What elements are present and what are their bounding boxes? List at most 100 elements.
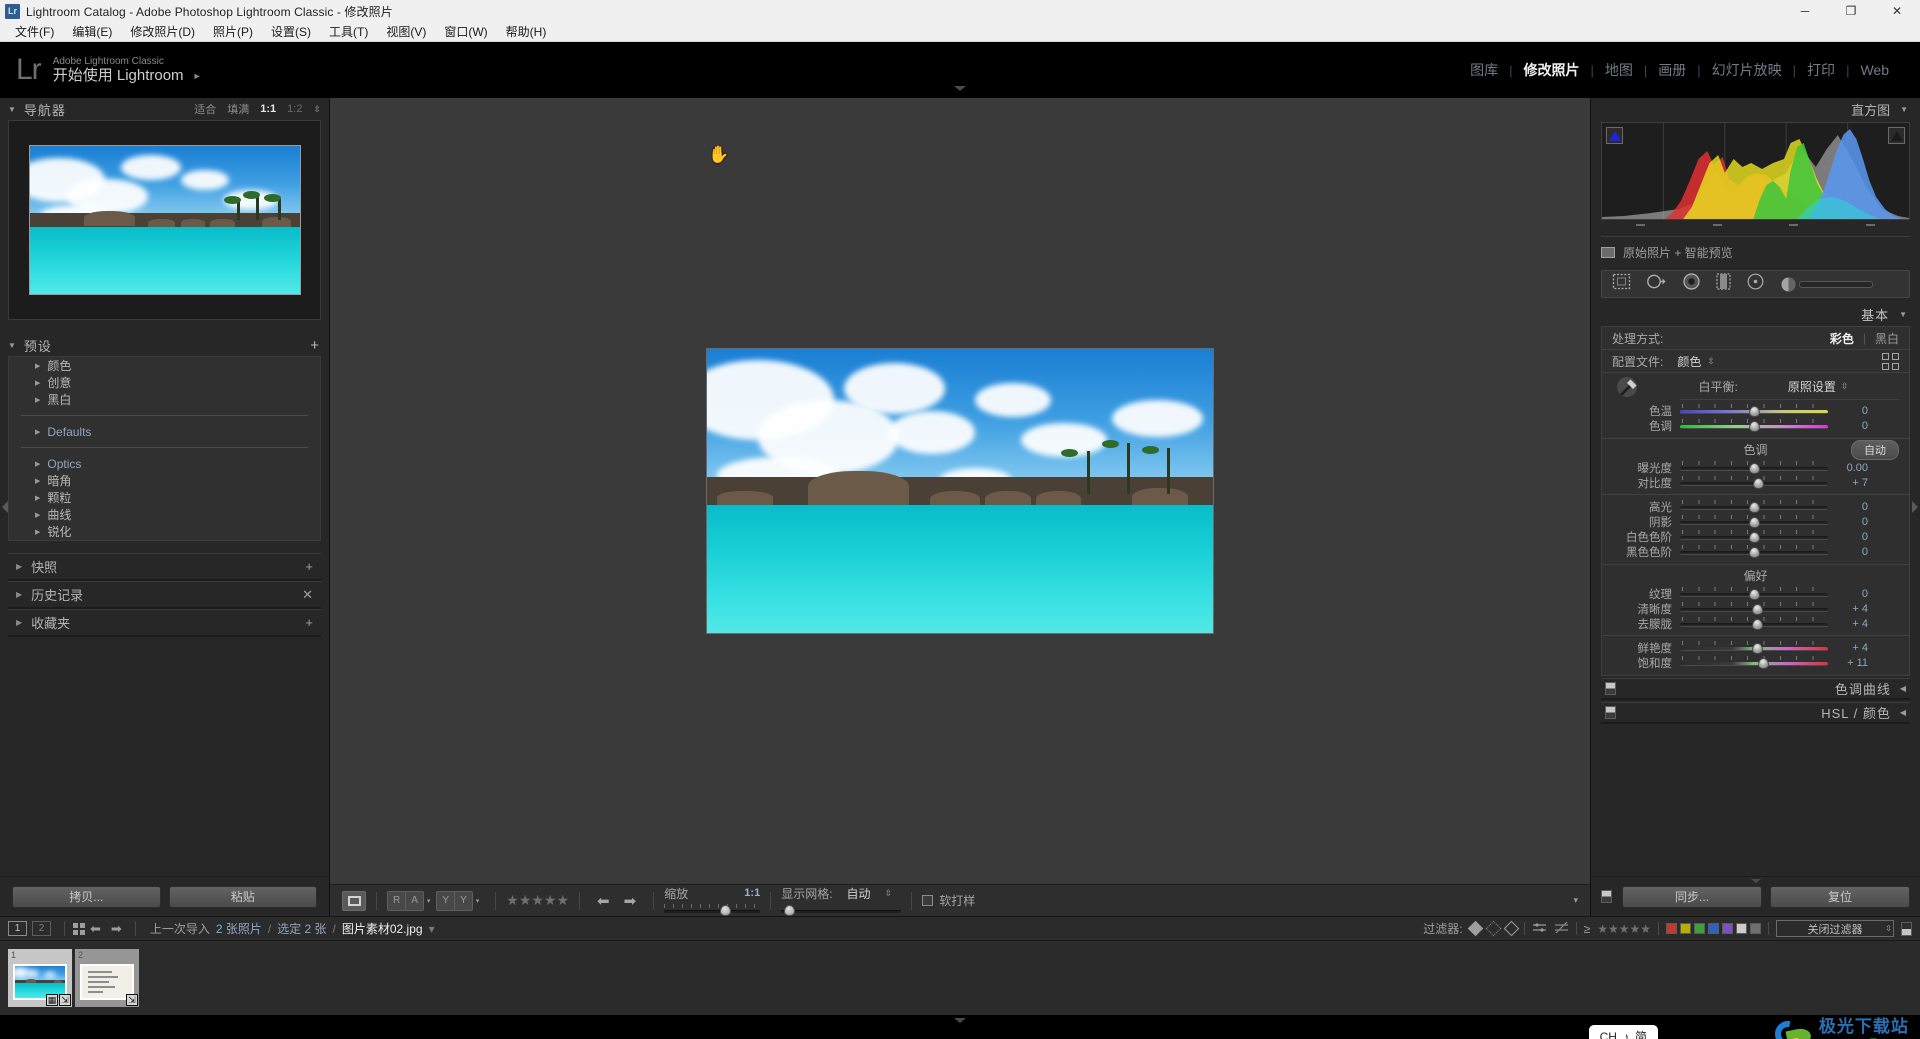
panel-action-icon[interactable]: ✕ [302,587,313,603]
slider-handle[interactable] [1752,604,1763,615]
spot-removal-icon[interactable] [1646,273,1667,295]
filter-preset-spinner-icon[interactable]: ⇳ [1885,924,1890,933]
menu-item-3[interactable]: 照片(P) [204,21,262,42]
slider-色调[interactable] [1680,419,1828,432]
go-forward-button[interactable]: ➡ [106,921,127,937]
slider-对比度[interactable] [1680,476,1828,489]
menu-item-4[interactable]: 设置(S) [262,21,320,42]
flag-picked-icon[interactable] [1467,921,1483,937]
crop-badge-icon[interactable]: ▦ [46,994,58,1006]
panel-enable-switch[interactable] [1605,682,1616,695]
basic-panel-header[interactable]: 基本 ▼ [1591,302,1920,326]
ime-indicator[interactable]: CH ♪ 简 [1589,1025,1658,1039]
preset-group[interactable]: ▶Defaults [9,423,320,440]
module-1[interactable]: 图库 [1459,60,1509,80]
module-2[interactable]: 修改照片 [1513,60,1591,80]
left-panel-collapse-arrow[interactable] [2,501,8,513]
toolbar-collapse-caret-icon[interactable]: ▾ [1573,895,1578,906]
preset-group[interactable]: ▶Optics [9,455,320,472]
menu-item-7[interactable]: 窗口(W) [435,21,496,42]
paste-button[interactable]: 粘贴 [169,886,318,908]
slider-value[interactable]: + 4 [1828,618,1868,630]
slider-handle[interactable] [1749,463,1760,474]
panel-HSL / 颜色[interactable]: HSL / 颜色◀ [1601,702,1910,724]
before-after-yy-1[interactable]: Y [437,892,454,910]
filter-enable-switch[interactable] [1901,922,1912,936]
slider-阴影[interactable] [1680,515,1828,528]
maximize-button[interactable]: ❐ [1828,0,1874,22]
color-label-1[interactable] [1666,923,1677,934]
list-item[interactable]: 1 ▦ ⇲ [8,949,72,1007]
slider-handle[interactable] [1758,658,1769,669]
presets-disclosure-icon[interactable]: ▼ [8,341,16,350]
panel-header[interactable]: ▶历史记录✕ [8,582,321,607]
navigator-mode-4[interactable]: 1:2 [287,103,302,115]
menu-item-5[interactable]: 工具(T) [320,21,377,42]
soft-proofing-checkbox[interactable] [922,895,933,906]
zoom-slider[interactable] [664,903,760,917]
before-after-yy-button[interactable]: YY [436,891,472,911]
shadow-clipping-indicator[interactable] [1606,127,1623,144]
before-after-ra-1[interactable]: R [388,892,405,910]
flag-rejected-icon[interactable] [1503,921,1519,937]
unedited-filter-icon[interactable] [1554,921,1569,937]
rating-operator[interactable]: ≥ [1584,922,1591,936]
slider-handle[interactable] [1749,502,1760,513]
slider-value[interactable]: + 7 [1828,477,1868,489]
slider-handle[interactable] [1753,478,1764,489]
slider-黑色色阶[interactable] [1680,545,1828,558]
preset-group[interactable]: ▶曲线 [9,506,320,523]
slider-handle[interactable] [1749,421,1760,432]
slider-value[interactable]: + 4 [1828,642,1868,654]
slider-handle[interactable] [1749,532,1760,543]
white-balance-selector-icon[interactable] [1612,374,1646,398]
sync-switch-icon[interactable] [1601,890,1612,903]
adjustment-brush-icon[interactable] [1780,276,1873,293]
slider-handle[interactable] [1749,547,1760,558]
navigator-header[interactable]: ▼ 导航器 适合填满1:11:2⇳ [0,98,329,120]
slider-value[interactable]: + 11 [1828,657,1868,669]
develop-badge-icon[interactable]: ⇲ [126,994,138,1006]
screen-2-button[interactable]: 2 [32,921,51,936]
menu-item-2[interactable]: 修改照片(D) [121,21,204,42]
slider-高光[interactable] [1680,500,1828,513]
slider-handle[interactable] [1752,619,1763,630]
preset-group[interactable]: ▶锐化 [9,523,320,540]
panel-disclosure-icon[interactable]: ▶ [16,618,22,627]
filmstrip-caret-icon[interactable]: ▾ [429,922,435,936]
grid-opacity-slider[interactable] [781,903,901,917]
highlight-clipping-indicator[interactable] [1888,127,1905,144]
before-after-ra-2[interactable]: A [405,892,423,910]
image-canvas[interactable]: ✋ [330,98,1590,884]
panel-enable-switch[interactable] [1605,706,1616,719]
screen-1-button[interactable]: 1 [8,921,27,936]
rating-stars[interactable]: ★★★★★ [506,892,569,909]
menu-item-6[interactable]: 视图(V) [377,21,435,42]
slider-去朦胧[interactable] [1680,617,1828,630]
right-panel-scroll-arrow[interactable] [1751,879,1761,883]
menu-item-1[interactable]: 编辑(E) [63,21,121,42]
preset-disclosure-icon[interactable]: ▶ [35,379,40,387]
slider-色温[interactable] [1680,404,1828,417]
panel-disclosure-icon[interactable]: ◀ [1900,684,1906,693]
slider-value[interactable]: 0 [1828,516,1868,528]
color-label-7[interactable] [1750,923,1761,934]
module-5[interactable]: 幻灯片放映 [1701,60,1793,80]
profile-value[interactable]: 颜色 [1677,353,1701,370]
main-photo-preview[interactable] [706,348,1214,634]
reset-button[interactable]: 复位 [1770,886,1910,908]
panel-header[interactable]: ▶收藏夹+ [8,610,321,635]
color-label-2[interactable] [1680,923,1691,934]
color-label-5[interactable] [1722,923,1733,934]
navigator-spinner-icon[interactable]: ⇳ [313,104,319,115]
close-button[interactable]: ✕ [1874,0,1920,22]
thumbnail-badges[interactable]: ▦ ⇲ [46,994,71,1006]
top-panel-collapse-arrow[interactable] [954,86,966,91]
radial-filter-icon[interactable] [1746,273,1765,295]
slider-handle[interactable] [1749,517,1760,528]
preset-disclosure-icon[interactable]: ▶ [35,477,40,485]
grid-view-icon[interactable] [73,923,85,935]
module-4[interactable]: 画册 [1647,60,1697,80]
preset-group[interactable]: ▶颜色 [9,357,320,374]
edited-filter-icon[interactable] [1532,921,1547,937]
